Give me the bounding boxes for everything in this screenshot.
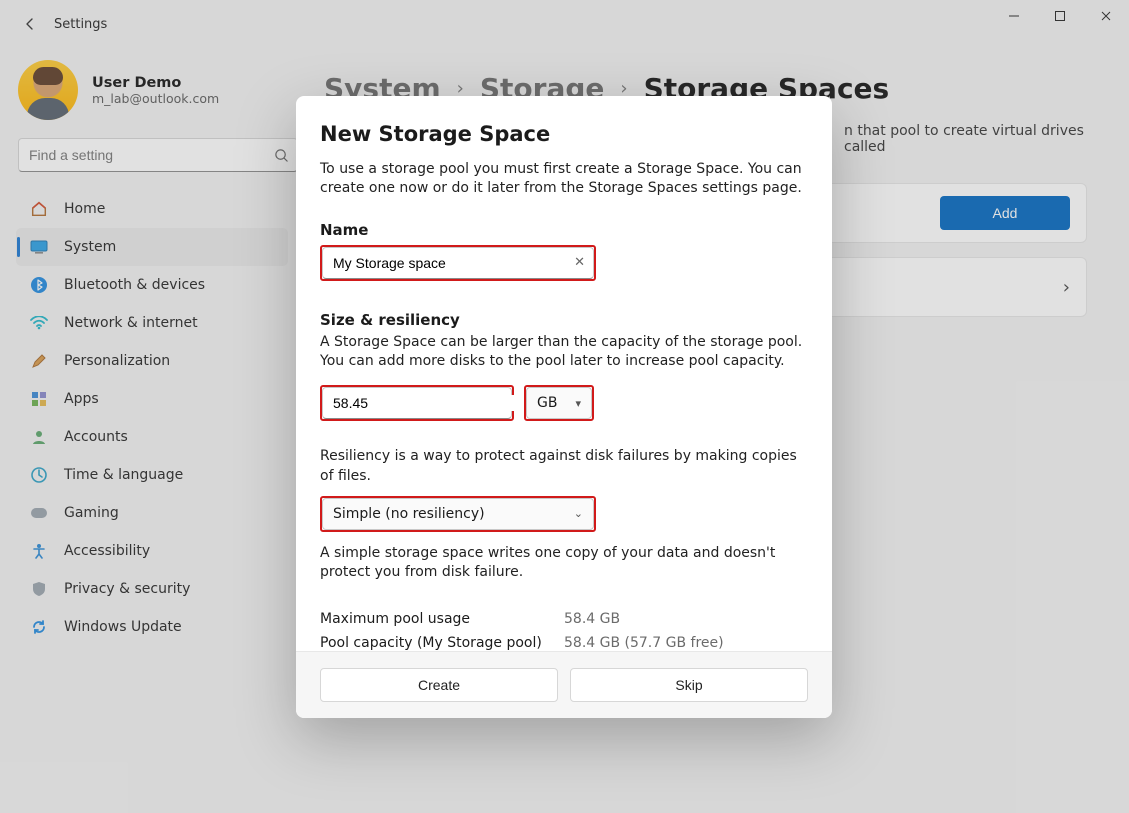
size-unit-value: GB: [537, 395, 557, 411]
chevron-down-icon: ⌄: [574, 507, 583, 520]
skip-button[interactable]: Skip: [570, 668, 808, 702]
create-button[interactable]: Create: [320, 668, 558, 702]
pool-capacity-label: Pool capacity (My Storage pool): [320, 635, 564, 651]
new-storage-space-dialog: New Storage Space To use a storage pool …: [296, 96, 832, 718]
clear-icon[interactable]: ✕: [574, 255, 585, 270]
size-unit-select[interactable]: GB ▾: [526, 387, 592, 419]
chevron-down-icon: ▾: [575, 397, 581, 410]
dialog-title: New Storage Space: [320, 122, 808, 146]
max-usage-value: 58.4 GB: [564, 611, 808, 627]
dialog-footer: Create Skip: [296, 651, 832, 718]
size-field[interactable]: [322, 387, 512, 419]
size-input[interactable]: [333, 395, 514, 411]
dialog-intro: To use a storage pool you must first cre…: [320, 160, 808, 199]
max-usage-label: Maximum pool usage: [320, 611, 564, 627]
name-label: Name: [320, 221, 808, 239]
stats-grid: Maximum pool usage 58.4 GB Pool capacity…: [320, 611, 808, 651]
pool-capacity-value: 58.4 GB (57.7 GB free): [564, 635, 808, 651]
size-heading: Size & resiliency: [320, 311, 808, 329]
size-description: A Storage Space can be larger than the c…: [320, 333, 808, 372]
name-input[interactable]: [333, 255, 574, 271]
resiliency-value: Simple (no resiliency): [333, 506, 485, 522]
resiliency-note: A simple storage space writes one copy o…: [320, 544, 808, 583]
resiliency-description: Resiliency is a way to protect against d…: [320, 447, 808, 486]
resiliency-select[interactable]: Simple (no resiliency) ⌄: [322, 498, 594, 530]
name-field[interactable]: ✕: [322, 247, 594, 279]
